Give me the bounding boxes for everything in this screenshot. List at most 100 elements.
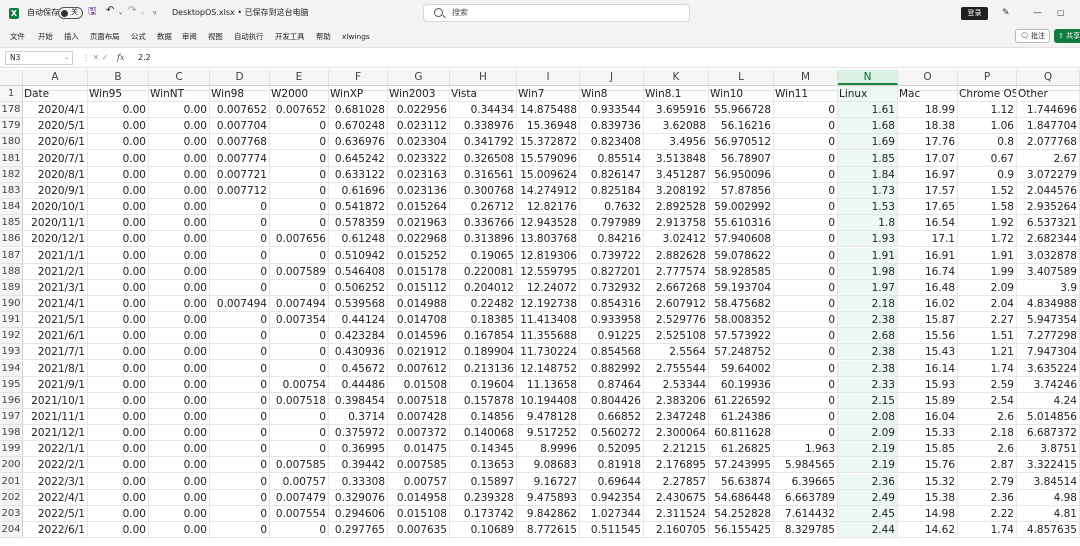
cell-m[interactable]: 0 <box>774 231 838 248</box>
cell-m[interactable]: 1.963 <box>774 441 838 458</box>
cell-i[interactable]: 8.772615 <box>517 522 580 539</box>
cell-i[interactable]: 12.82176 <box>517 199 580 216</box>
cell-q[interactable]: 7.947304 <box>1017 344 1080 361</box>
cell-q[interactable]: 2.935264 <box>1017 199 1080 216</box>
cell-c[interactable]: WinNT <box>149 86 210 102</box>
cell-m[interactable]: 0 <box>774 215 838 232</box>
cell-n[interactable]: 2.09 <box>838 425 898 442</box>
cell-m[interactable]: 6.39665 <box>774 473 838 490</box>
cell-a[interactable]: 2020/12/1 <box>23 231 88 248</box>
cell-n[interactable]: 2.68 <box>838 328 898 345</box>
cell-q[interactable]: 3.9 <box>1017 279 1080 296</box>
cell-o[interactable]: 18.38 <box>898 118 958 135</box>
cell-a[interactable]: 2020/11/1 <box>23 215 88 232</box>
menu-view[interactable]: 视图 <box>208 31 223 43</box>
cell-j[interactable]: 0.732932 <box>580 279 644 296</box>
chevron-down-icon[interactable]: ⌄ <box>64 52 69 64</box>
cell-h[interactable]: 0.338976 <box>450 118 517 135</box>
cell-h[interactable]: 0.26712 <box>450 199 517 216</box>
cell-m[interactable]: 0 <box>774 295 838 312</box>
cell-l[interactable]: 57.248752 <box>709 344 774 361</box>
row-header[interactable]: 181 <box>0 150 23 167</box>
cell-d[interactable]: 0 <box>210 522 270 539</box>
column-header-b[interactable]: B <box>88 70 149 85</box>
cell-n[interactable]: 2.19 <box>838 457 898 474</box>
cell-i[interactable]: 15.36948 <box>517 118 580 135</box>
cell-q[interactable]: 3.74246 <box>1017 376 1080 393</box>
cell-b[interactable]: 0.00 <box>88 457 149 474</box>
cell-q[interactable]: Other <box>1017 86 1080 102</box>
cell-f[interactable]: 0.33308 <box>329 473 388 490</box>
minimize-icon[interactable]: — <box>1033 6 1042 20</box>
cell-g[interactable]: 0.022968 <box>388 231 450 248</box>
cell-j[interactable]: 0.69644 <box>580 473 644 490</box>
cell-b[interactable]: 0.00 <box>88 505 149 522</box>
cell-l[interactable]: 56.970512 <box>709 134 774 151</box>
cell-i[interactable]: Win7 <box>517 86 580 102</box>
cell-a[interactable]: 2021/5/1 <box>23 312 88 329</box>
cell-q[interactable]: 2.67 <box>1017 150 1080 167</box>
cell-h[interactable]: 0.18385 <box>450 312 517 329</box>
cell-g[interactable]: 0.014988 <box>388 295 450 312</box>
cell-p[interactable]: 2.87 <box>958 457 1017 474</box>
cell-l[interactable]: 57.940608 <box>709 231 774 248</box>
cell-o[interactable]: 16.48 <box>898 279 958 296</box>
cell-c[interactable]: 0.00 <box>149 312 210 329</box>
cell-e[interactable]: 0 <box>270 150 329 167</box>
cell-k[interactable]: Win8.1 <box>644 86 709 102</box>
cell-f[interactable]: 0.670248 <box>329 118 388 135</box>
undo-icon[interactable]: ↶ <box>106 4 114 18</box>
cell-g[interactable]: 0.015112 <box>388 279 450 296</box>
cell-i[interactable]: 11.355688 <box>517 328 580 345</box>
cell-g[interactable]: 0.00757 <box>388 473 450 490</box>
cell-d[interactable]: 0.007712 <box>210 182 270 199</box>
cell-a[interactable]: 2021/11/1 <box>23 409 88 425</box>
cell-n[interactable]: 2.33 <box>838 376 898 393</box>
cell-p[interactable]: 2.6 <box>958 441 1017 458</box>
row-header[interactable]: 188 <box>0 263 23 280</box>
cell-q[interactable]: 2.044576 <box>1017 182 1080 199</box>
cell-g[interactable]: 0.007428 <box>388 409 450 425</box>
menu-xlwings[interactable]: xlwings <box>342 31 370 43</box>
cell-q[interactable]: 3.635224 <box>1017 360 1080 377</box>
cell-f[interactable]: 0.539568 <box>329 295 388 312</box>
cell-q[interactable]: 2.077768 <box>1017 134 1080 151</box>
cell-g[interactable]: 0.023163 <box>388 166 450 183</box>
cell-l[interactable]: 59.193704 <box>709 279 774 296</box>
row-header[interactable]: 202 <box>0 489 23 506</box>
cell-e[interactable]: 0 <box>270 247 329 264</box>
cell-d[interactable]: 0.007774 <box>210 150 270 167</box>
cell-h[interactable]: 0.140068 <box>450 425 517 442</box>
cell-p[interactable]: 0.67 <box>958 150 1017 167</box>
cell-q[interactable]: 5.947354 <box>1017 312 1080 329</box>
cell-c[interactable]: 0.00 <box>149 473 210 490</box>
cell-d[interactable]: 0 <box>210 376 270 393</box>
cell-e[interactable]: 0.007494 <box>270 295 329 312</box>
cell-g[interactable]: 0.015264 <box>388 199 450 216</box>
cell-n[interactable]: 2.18 <box>838 295 898 312</box>
cell-k[interactable]: 2.53344 <box>644 376 709 393</box>
cell-j[interactable]: 0.882992 <box>580 360 644 377</box>
column-header-d[interactable]: D <box>210 70 270 85</box>
cell-b[interactable]: 0.00 <box>88 134 149 151</box>
cell-i[interactable]: 12.819306 <box>517 247 580 264</box>
cell-i[interactable]: 9.16727 <box>517 473 580 490</box>
cell-j[interactable]: 0.739722 <box>580 247 644 264</box>
cell-d[interactable]: 0 <box>210 279 270 296</box>
cell-c[interactable]: 0.00 <box>149 344 210 361</box>
cell-c[interactable]: 0.00 <box>149 102 210 119</box>
cell-g[interactable]: 0.014596 <box>388 328 450 345</box>
column-header-j[interactable]: J <box>580 70 644 85</box>
cell-e[interactable]: 0 <box>270 279 329 296</box>
cell-q[interactable]: 5.014856 <box>1017 409 1080 425</box>
cell-m[interactable]: 0 <box>774 134 838 151</box>
cell-j[interactable]: 0.839736 <box>580 118 644 135</box>
cell-f[interactable]: 0.61696 <box>329 182 388 199</box>
cell-p[interactable]: 2.79 <box>958 473 1017 490</box>
cell-d[interactable]: 0 <box>210 489 270 506</box>
cell-h[interactable]: 0.22482 <box>450 295 517 312</box>
cell-e[interactable]: 0 <box>270 409 329 425</box>
cell-m[interactable]: 7.614432 <box>774 505 838 522</box>
cell-e[interactable]: 0 <box>270 360 329 377</box>
cell-a[interactable]: 2020/9/1 <box>23 182 88 199</box>
